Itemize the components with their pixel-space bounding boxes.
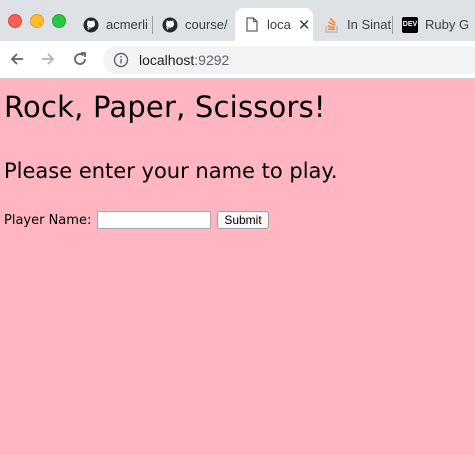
github-icon [83,17,99,33]
close-window-button[interactable] [8,14,22,28]
tab-localhost[interactable]: loca ✕ [235,8,313,41]
page-title: Rock, Paper, Scissors! [4,90,326,124]
page-subtitle: Please enter your name to play. [4,159,338,183]
dev-icon: DEV [402,16,418,33]
close-tab-icon[interactable]: ✕ [298,16,311,34]
tab-ruby[interactable]: DEV Ruby G [393,8,475,41]
tab-title: course/ [185,17,228,32]
browser-toolbar: localhost:9292 [0,41,475,79]
tab-title: In Sinat [347,17,392,32]
tab-acmerli[interactable]: acmerli [74,8,153,41]
stackoverflow-icon [324,17,340,33]
player-name-input[interactable] [97,211,212,229]
page-content: Rock, Paper, Scissors! Please enter your… [0,79,475,455]
tab-title: acmerli [106,17,148,32]
reload-button[interactable] [70,49,90,69]
url-text: localhost:9292 [139,52,230,68]
info-icon [113,52,129,68]
forward-button[interactable] [38,49,58,69]
back-button[interactable] [7,49,27,69]
page-icon [244,17,260,33]
tab-title: loca [267,17,291,32]
reload-icon [74,52,86,65]
player-name-form: Player Name: Submit [4,211,269,229]
arrow-left-icon [10,53,23,65]
tab-title: Ruby G [425,17,470,32]
minimize-window-button[interactable] [30,14,44,28]
window-controls [8,14,66,28]
maximize-window-button[interactable] [52,14,66,28]
arrow-right-icon [42,53,55,65]
github-icon [162,17,178,33]
browser-tabstrip: acmerli course/ loca ✕ In Sinat DEV Ruby… [0,0,475,41]
tab-sinatra[interactable]: In Sinat [315,8,393,41]
address-bar[interactable]: localhost:9292 [103,46,475,74]
submit-button[interactable]: Submit [217,211,269,229]
tab-course[interactable]: course/ [153,8,233,41]
player-name-label: Player Name: [4,212,92,228]
